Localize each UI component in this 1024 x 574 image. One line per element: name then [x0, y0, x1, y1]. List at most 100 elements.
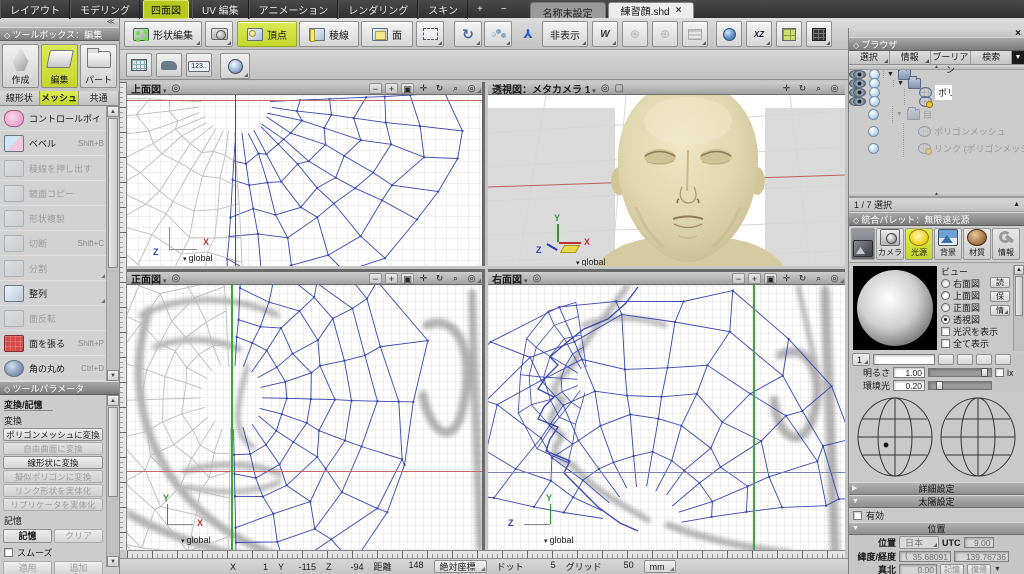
- tab-lineshape[interactable]: 線形状: [0, 91, 40, 105]
- viewport-top-canvas[interactable]: X Z global: [127, 95, 482, 266]
- convert-button[interactable]: リプリケータを実体化: [3, 498, 103, 511]
- camera-target-icon[interactable]: [171, 273, 180, 284]
- face-mode-button[interactable]: 面: [361, 21, 413, 47]
- select-toggle-icon[interactable]: [868, 109, 879, 120]
- tree-row[interactable]: 顔: [849, 79, 862, 88]
- mode-create-button[interactable]: 作成: [2, 44, 39, 88]
- clear-button[interactable]: クリア: [54, 529, 103, 543]
- radio-right-view[interactable]: [941, 279, 950, 288]
- panel-scroll-down-icon[interactable]: ▼: [994, 566, 1001, 573]
- zoom-in-icon[interactable]: [748, 273, 761, 284]
- menu-add[interactable]: +: [468, 2, 492, 17]
- smooth-checkbox[interactable]: [4, 548, 13, 557]
- palette-tab-material[interactable]: 材質: [963, 228, 991, 260]
- pan-icon[interactable]: [417, 83, 430, 94]
- palette-tab-background[interactable]: 背景: [934, 228, 962, 260]
- scroll-up-icon[interactable]: [107, 395, 119, 406]
- longitude-field[interactable]: 139.76736: [954, 551, 1009, 562]
- select-toggle-icon[interactable]: [868, 126, 879, 137]
- convert-button[interactable]: 線形状に変換: [3, 456, 103, 469]
- camera-target-icon[interactable]: [171, 83, 180, 94]
- maximize-view-icon[interactable]: [401, 273, 414, 284]
- info-button[interactable]: 情: [990, 305, 1010, 316]
- object-mode-button[interactable]: [156, 53, 182, 77]
- radio-persp-view[interactable]: [941, 315, 950, 324]
- lx-checkbox[interactable]: [995, 368, 1004, 377]
- magnify-icon[interactable]: [449, 273, 462, 284]
- maximize-view-icon[interactable]: [401, 83, 414, 94]
- orbit-icon[interactable]: [433, 273, 446, 284]
- numeric-input-button[interactable]: [186, 53, 212, 77]
- tab-select[interactable]: 選択: [849, 51, 890, 64]
- memory-button[interactable]: 記憶: [3, 529, 52, 543]
- unit-dropdown[interactable]: mm: [644, 560, 676, 573]
- zoom-in-icon[interactable]: [385, 83, 398, 94]
- shading-mode-icon[interactable]: [615, 83, 624, 94]
- light-delete-button[interactable]: [995, 354, 1011, 365]
- coordinate-mode-dropdown[interactable]: 絶対座標: [434, 560, 487, 573]
- palette-tab-light[interactable]: 光源: [905, 228, 933, 260]
- scroll-up-icon[interactable]: ▲: [1014, 265, 1024, 275]
- menu-layout[interactable]: レイアウト: [0, 0, 70, 19]
- tree-row[interactable]: ポリゴンメッシュ: [849, 88, 862, 97]
- tab-info[interactable]: 情報: [890, 51, 931, 64]
- shape-edit-button[interactable]: 形状編集: [124, 21, 202, 47]
- position-memory-button[interactable]: 記憶: [940, 564, 964, 574]
- camera-target-icon[interactable]: [601, 83, 610, 94]
- tool-item[interactable]: 分割: [0, 256, 106, 281]
- scroll-down-icon[interactable]: [107, 556, 119, 567]
- palette-scrollbar[interactable]: ▲: [1013, 265, 1024, 351]
- apply-button[interactable]: 適用: [3, 561, 52, 574]
- pan-icon[interactable]: [780, 83, 793, 94]
- globe-top-icon[interactable]: [938, 395, 1018, 479]
- menu-skin[interactable]: スキン: [418, 0, 468, 19]
- mode-edit-button[interactable]: 編集: [41, 44, 78, 88]
- visibility-eye-icon[interactable]: [853, 70, 866, 79]
- light-index-dropdown[interactable]: 1: [852, 353, 870, 366]
- menu-quadview[interactable]: 四面図: [143, 0, 189, 19]
- disabled-tool-1-button[interactable]: [622, 21, 648, 47]
- viewport-front-header[interactable]: 正面図: [127, 272, 482, 285]
- sidebar-collapse-icon[interactable]: ≪: [0, 18, 119, 27]
- camera-tool-button[interactable]: [205, 21, 233, 47]
- menu-rendering[interactable]: レンダリング: [338, 0, 418, 19]
- tab-common[interactable]: 共通: [79, 91, 119, 105]
- expand-arrow-icon[interactable]: [897, 80, 905, 87]
- orbit-icon[interactable]: [433, 83, 446, 94]
- tool-item[interactable]: 稜線を押し出す: [0, 156, 106, 181]
- visibility-eye-icon[interactable]: [853, 97, 866, 106]
- convert-button[interactable]: 擬似ポリゴンに変換: [3, 470, 103, 483]
- vertex-mode-button[interactable]: 頂点: [237, 21, 297, 47]
- orbit-icon[interactable]: [796, 273, 809, 284]
- globe-button[interactable]: [716, 21, 742, 47]
- tree-row[interactable]: ポリゴンメッシュ: [849, 123, 1024, 140]
- grid-dark-button[interactable]: [806, 21, 832, 47]
- browser-header[interactable]: ブラウザ: [849, 37, 1024, 51]
- palette-tab-info[interactable]: 情報: [992, 228, 1020, 260]
- tool-item[interactable]: ベベル Shift+B: [0, 131, 106, 156]
- tool-params-header[interactable]: ツールパラメータ: [0, 381, 119, 395]
- viewport-top-header[interactable]: 上面図: [127, 82, 482, 95]
- tool-list-scrollbar[interactable]: [106, 106, 119, 381]
- viewport-persp-header[interactable]: 透視図：メタカメラ 1: [488, 82, 845, 95]
- tree-row[interactable]: ルートパート: [849, 70, 862, 79]
- tool-item[interactable]: 面を張る Shift+P: [0, 331, 106, 356]
- menu-animation[interactable]: アニメーション: [249, 0, 339, 19]
- gloss-checkbox[interactable]: [941, 327, 950, 336]
- ambient-field[interactable]: 0.20: [893, 380, 925, 391]
- brightness-slider[interactable]: [928, 368, 992, 377]
- radio-top-view[interactable]: [941, 291, 950, 300]
- close-tab-icon[interactable]: ×: [676, 5, 682, 16]
- hide-button[interactable]: 非表示: [542, 21, 588, 47]
- rotate-tool-button[interactable]: [454, 21, 482, 47]
- north-field[interactable]: 0.00: [899, 564, 937, 574]
- light-direction-globes[interactable]: [849, 392, 1024, 482]
- list-tool-button[interactable]: [682, 21, 708, 47]
- tab-search[interactable]: 検索: [971, 51, 1012, 64]
- toolbox-header[interactable]: ツールボックス：編集: [0, 27, 119, 41]
- ambient-slider[interactable]: [928, 381, 992, 390]
- doc-tab-active[interactable]: 練習顔.shd ×: [608, 2, 695, 18]
- doc-tab-untitled[interactable]: 名称未設定: [530, 2, 606, 18]
- tree-row[interactable]: リンク (ポリゴンメッシ: [849, 97, 862, 106]
- orbit-icon[interactable]: [796, 83, 809, 94]
